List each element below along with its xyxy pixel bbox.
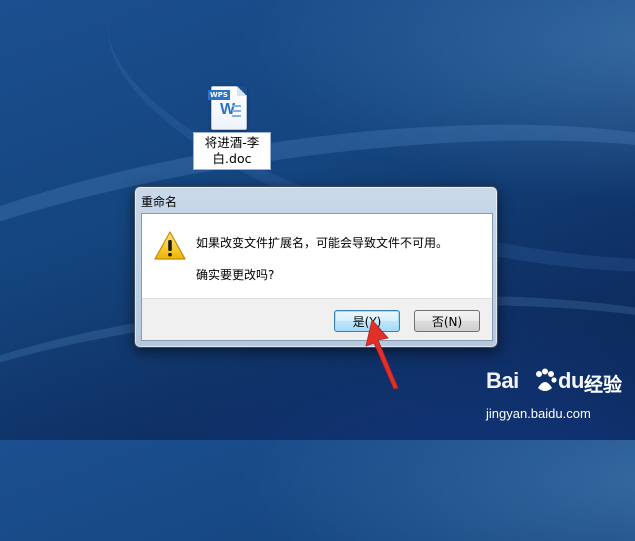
baidu-jingyan-watermark: Bai du 经验 jingyan.baidu.com	[486, 368, 626, 432]
watermark-url: jingyan.baidu.com	[486, 406, 591, 421]
no-button[interactable]: 否(N)	[414, 310, 480, 332]
watermark-brand-right: du	[558, 368, 584, 393]
annotation-arrow	[365, 319, 399, 390]
dialog-titlebar[interactable]: 重命名	[135, 187, 497, 213]
file-name-label[interactable]: 将进酒-李 白.doc	[193, 132, 271, 170]
rename-dialog: 重命名 如果改变文件扩展名，可能会导致文件不可用。 确实要更改吗? 是(Y) 否…	[134, 186, 498, 348]
file-name-line2: 白.doc	[212, 151, 252, 166]
dialog-content: 如果改变文件扩展名，可能会导致文件不可用。 确实要更改吗? 是(Y) 否(N)	[141, 213, 493, 341]
watermark-brand-left: Bai	[486, 368, 519, 393]
warning-icon	[154, 231, 186, 260]
file-name-line1: 将进酒-李	[204, 135, 260, 150]
dialog-title: 重命名	[141, 195, 178, 209]
dialog-body: 如果改变文件扩展名，可能会导致文件不可用。 确实要更改吗?	[142, 214, 492, 298]
wps-doc-file-icon: WPS W	[208, 86, 247, 130]
watermark-suffix: 经验	[584, 374, 623, 396]
dialog-message: 如果改变文件扩展名，可能会导致文件不可用。	[196, 236, 449, 250]
wps-tag: WPS	[208, 90, 230, 100]
dialog-question: 确实要更改吗?	[196, 268, 275, 282]
paw-icon	[536, 368, 557, 391]
